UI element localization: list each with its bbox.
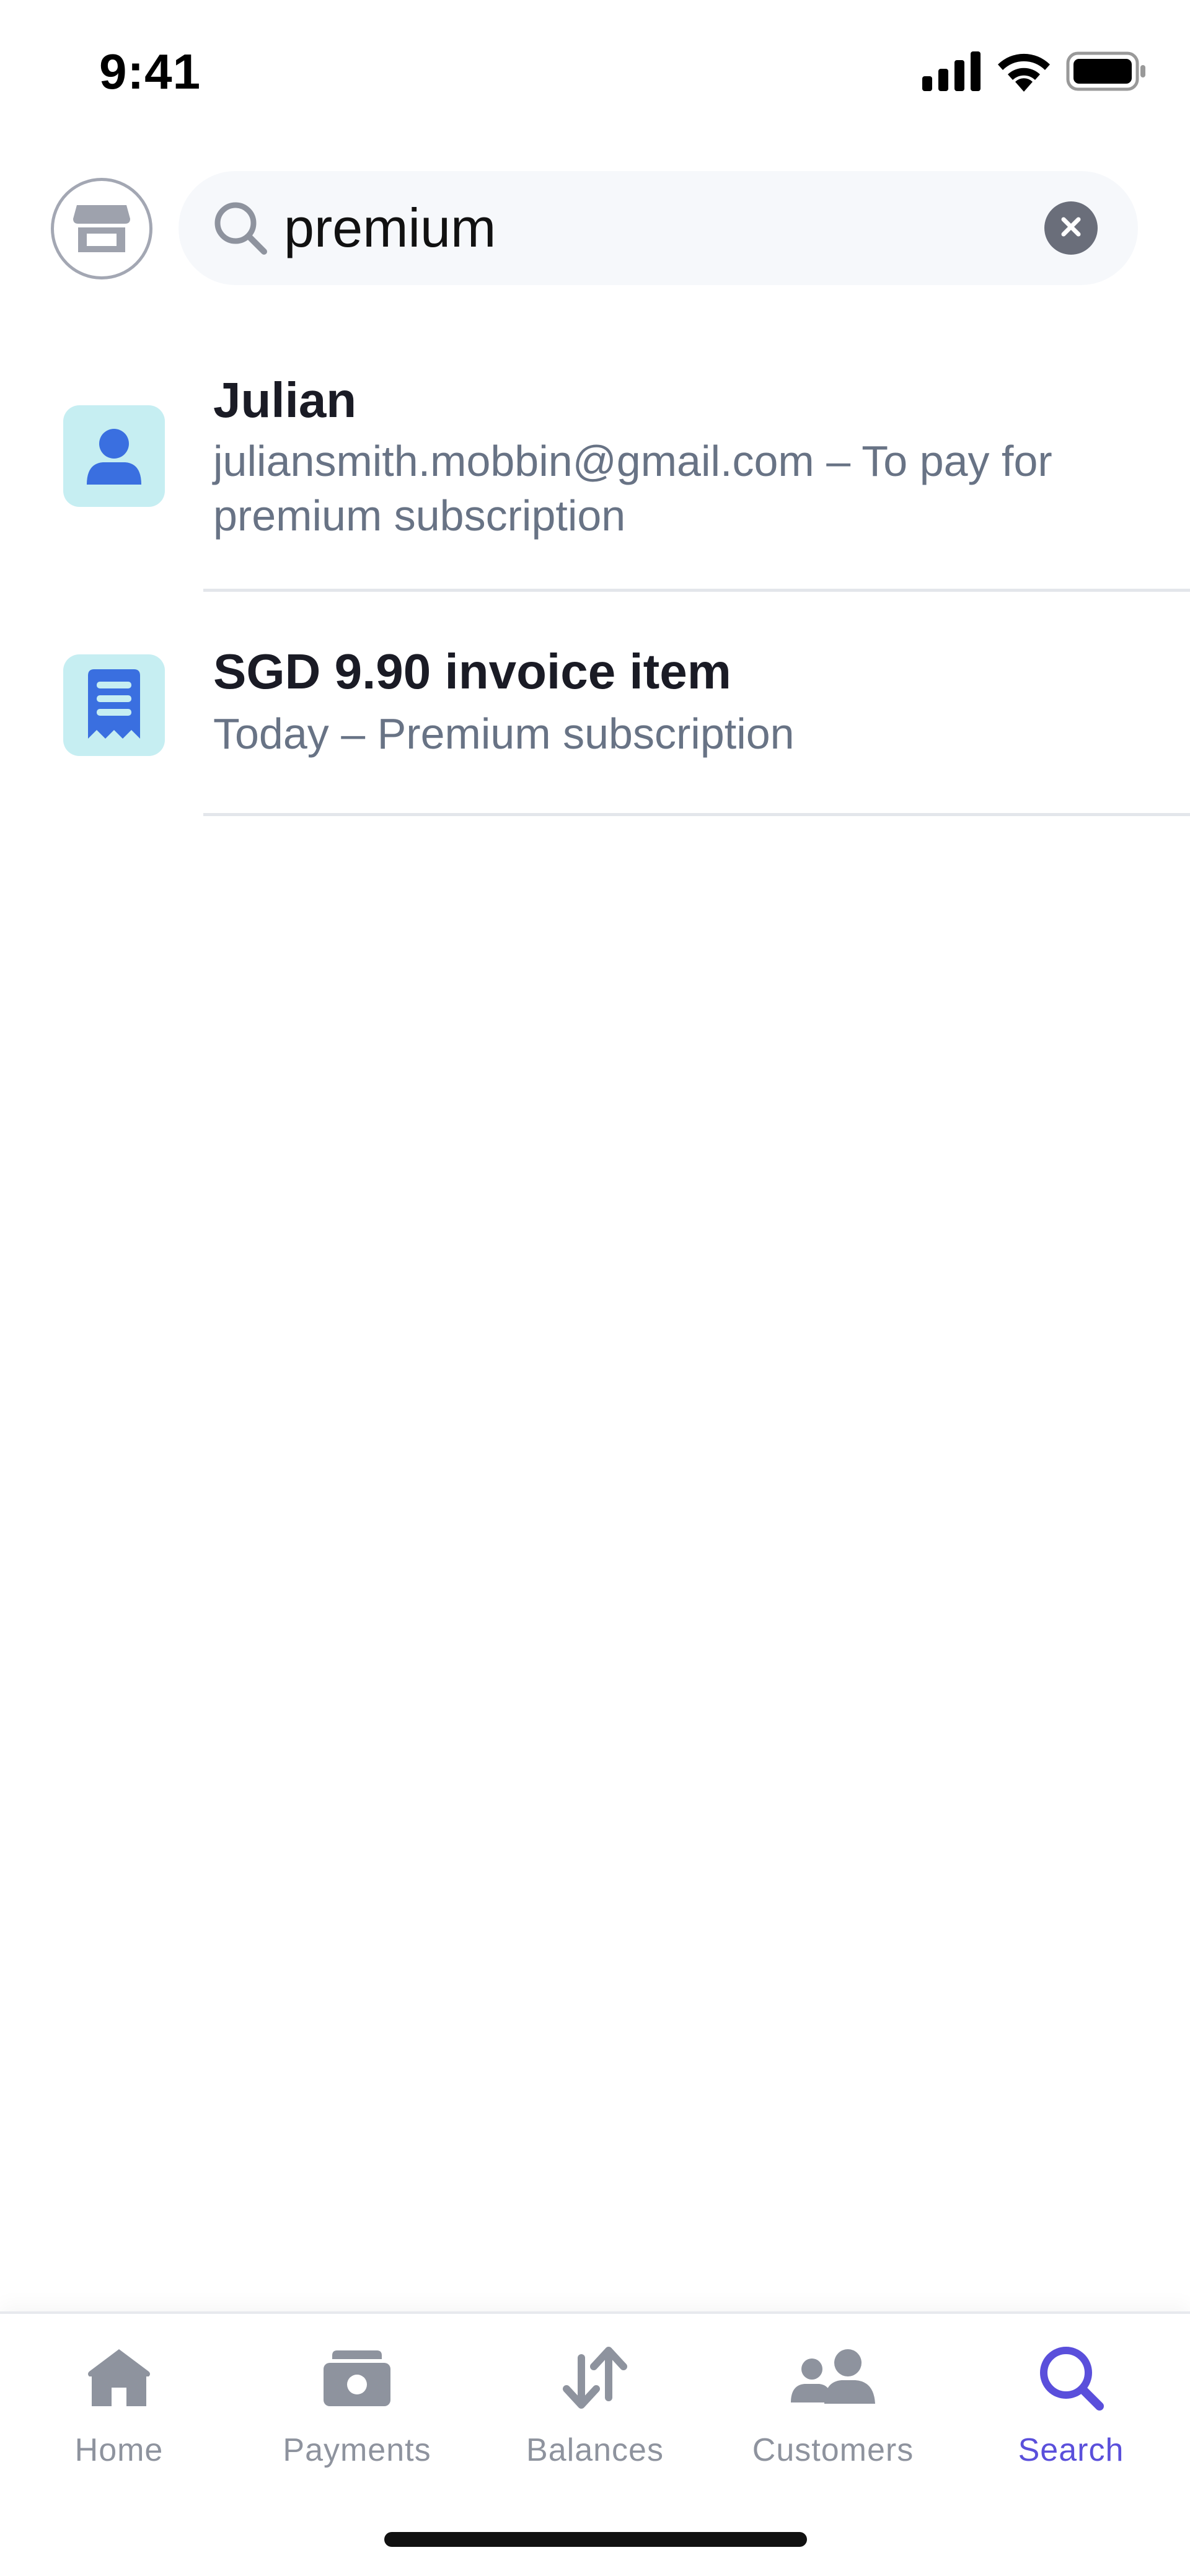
tab-customers[interactable]: Customers	[714, 2314, 952, 2512]
search-result-customer[interactable]: Julian juliansmith.mobbin@gmail.com – To…	[0, 347, 1190, 595]
account-switcher-button[interactable]	[51, 178, 152, 279]
tab-label: Payments	[283, 2432, 431, 2468]
tab-home[interactable]: Home	[0, 2314, 238, 2512]
tab-balances[interactable]: Balances	[476, 2314, 714, 2512]
customer-icon	[82, 423, 146, 490]
result-divider	[203, 813, 1190, 816]
tab-label: Search	[1018, 2432, 1124, 2468]
home-indicator	[384, 2532, 807, 2547]
invoice-icon-tile	[63, 654, 165, 756]
customer-icon-tile	[63, 405, 165, 507]
search-icon	[1036, 2343, 1106, 2416]
search-input[interactable]	[284, 190, 997, 266]
status-time: 9:41	[99, 44, 201, 99]
battery-icon	[1066, 51, 1147, 91]
status-icons	[922, 51, 1147, 92]
search-icon	[212, 200, 269, 260]
search-result-invoice-item[interactable]: SGD 9.90 invoice item Today – Premium su…	[0, 595, 1190, 818]
tab-label: Home	[74, 2432, 164, 2468]
result-title: SGD 9.90 invoice item	[213, 644, 731, 699]
result-title: Julian	[213, 372, 357, 428]
search-bar	[178, 171, 1138, 285]
tab-label: Customers	[752, 2432, 914, 2468]
clear-search-button[interactable]	[1044, 201, 1098, 255]
invoice-receipt-icon	[86, 669, 143, 742]
result-subtitle: juliansmith.mobbin@gmail.com – To pay fo…	[213, 437, 1052, 540]
wifi-icon	[995, 51, 1052, 92]
search-screen: 9:41 premium Julian juliansmith.mobbin@g…	[0, 0, 1190, 2576]
tab-search[interactable]: Search	[952, 2314, 1190, 2512]
balances-arrows-icon	[562, 2344, 628, 2414]
payments-icon	[324, 2348, 390, 2411]
clear-x-icon	[1059, 214, 1083, 242]
home-icon	[87, 2347, 151, 2412]
tab-label: Balances	[526, 2432, 664, 2468]
result-subtitle: Today – Premium subscription	[213, 710, 795, 758]
customers-icon	[787, 2348, 879, 2411]
cellular-signal-icon	[922, 51, 982, 91]
storefront-icon	[73, 203, 130, 255]
status-bar: 9:41	[0, 0, 1190, 149]
tab-payments[interactable]: Payments	[238, 2314, 476, 2512]
result-divider	[203, 589, 1190, 592]
